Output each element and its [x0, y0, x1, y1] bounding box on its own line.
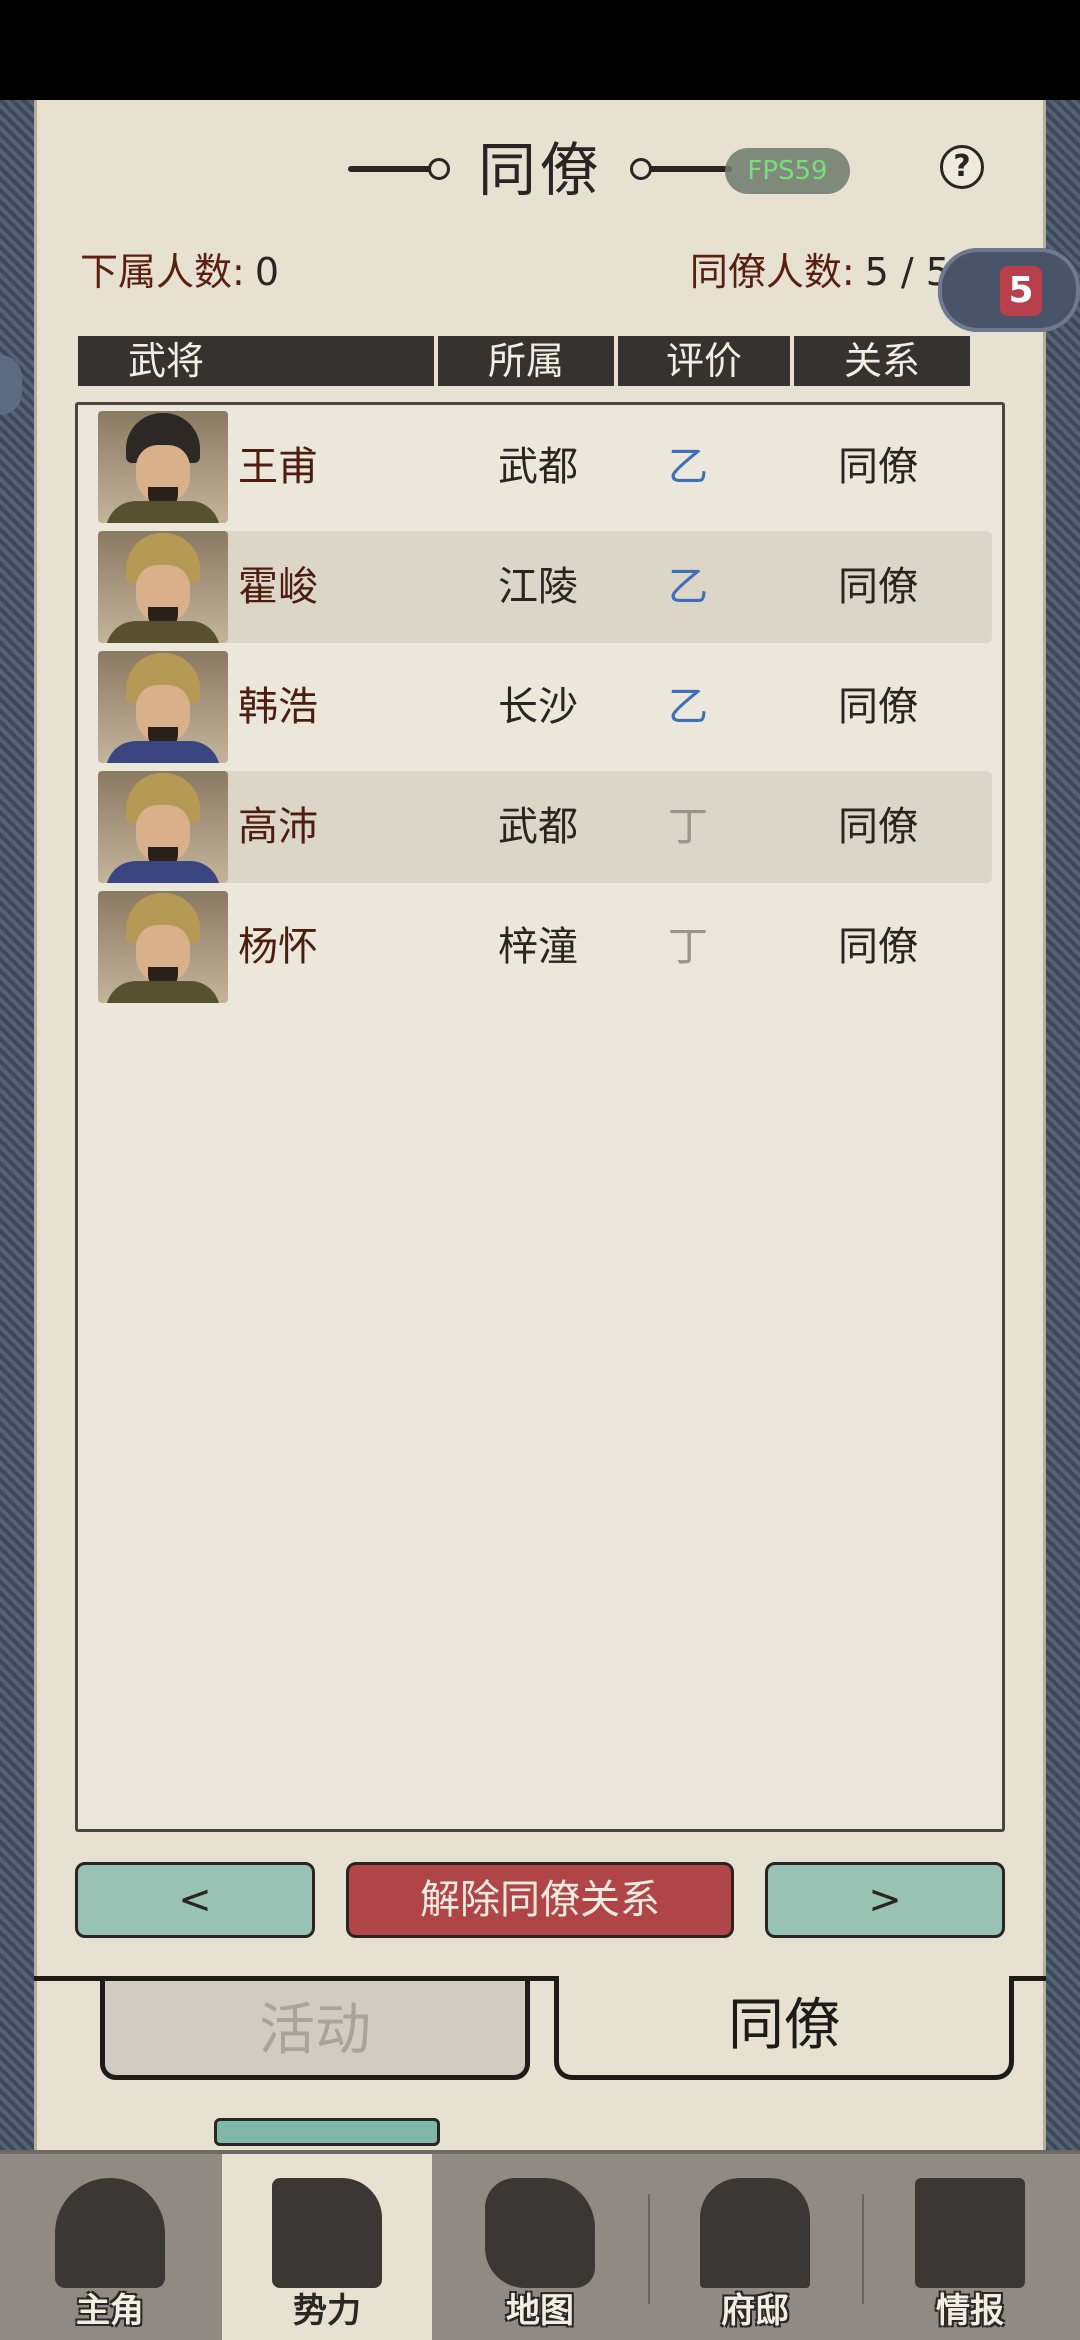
nav-label: 势力	[293, 2291, 361, 2331]
general-name: 韩浩	[238, 684, 318, 730]
general-affiliation: 武都	[498, 444, 578, 490]
tab-activity[interactable]: 活动	[100, 1976, 530, 2080]
colleague-list: 王甫 武都 乙 同僚 霍峻 江陵 乙 同僚 韩浩 长沙 乙 同僚 高沛 武都 丁…	[75, 402, 1005, 1832]
general-rating: 乙	[668, 684, 708, 730]
right-border	[1044, 100, 1080, 2150]
nav-label: 地图	[506, 2291, 574, 2331]
list-item[interactable]: 杨怀 梓潼 丁 同僚	[98, 891, 992, 1003]
nav-faction[interactable]: 势力	[214, 2118, 440, 2340]
prev-page-button[interactable]: <	[75, 1862, 315, 1938]
nav-label: 主角	[76, 2291, 144, 2331]
list-item[interactable]: 王甫 武都 乙 同僚	[98, 411, 992, 523]
general-rating: 乙	[668, 564, 708, 610]
general-portrait	[98, 651, 228, 763]
flag-icon	[272, 2178, 382, 2288]
subordinate-count: 下属人数: 0	[80, 244, 279, 300]
subordinate-count-label: 下属人数:	[80, 250, 245, 294]
general-portrait	[98, 411, 228, 523]
general-relation: 同僚	[838, 444, 918, 490]
subordinate-count-value: 0	[254, 250, 279, 294]
colleague-count: 同僚人数: 5 / 5	[690, 244, 950, 300]
nav-separator	[862, 2194, 864, 2304]
help-button[interactable]: ?	[940, 145, 984, 189]
header-relation[interactable]: 关系	[794, 336, 970, 386]
status-bar	[0, 0, 1080, 100]
header-rating[interactable]: 评价	[618, 336, 790, 386]
general-relation: 同僚	[838, 804, 918, 850]
general-relation: 同僚	[838, 924, 918, 970]
tab-colleague[interactable]: 同僚	[554, 1976, 1014, 2080]
mansion-icon	[700, 2178, 810, 2288]
nav-map[interactable]: 地图	[440, 2154, 640, 2340]
general-name: 王甫	[238, 444, 318, 490]
general-portrait	[98, 891, 228, 1003]
bottom-nav: 主角 势力 地图 府邸 情报	[0, 2118, 1080, 2340]
nav-label: 情报	[936, 2291, 1004, 2331]
general-affiliation: 武都	[498, 804, 578, 850]
cloud-notification-badge[interactable]: 5	[938, 248, 1080, 332]
map-icon	[485, 2178, 595, 2288]
next-page-button[interactable]: >	[765, 1862, 1005, 1938]
title-row: 同僚	[0, 130, 1080, 210]
warrior-icon	[55, 2178, 165, 2288]
list-item[interactable]: 韩浩 长沙 乙 同僚	[98, 651, 992, 763]
list-item[interactable]: 霍峻 江陵 乙 同僚	[98, 531, 992, 643]
general-name: 高沛	[238, 804, 318, 850]
general-name: 霍峻	[238, 564, 318, 610]
badge-count: 5	[1000, 266, 1042, 316]
general-relation: 同僚	[838, 564, 918, 610]
header-affiliation[interactable]: 所属	[438, 336, 614, 386]
page-title: 同僚	[477, 136, 602, 204]
general-rating: 丁	[668, 804, 708, 850]
nav-separator	[648, 2194, 650, 2304]
general-name: 杨怀	[238, 924, 318, 970]
general-portrait	[98, 771, 228, 883]
general-affiliation: 江陵	[498, 564, 578, 610]
nav-mansion[interactable]: 府邸	[655, 2154, 855, 2340]
nav-label: 府邸	[721, 2291, 789, 2331]
general-rating: 乙	[668, 444, 708, 490]
nav-intel[interactable]: 情报	[870, 2154, 1070, 2340]
general-affiliation: 梓潼	[498, 924, 578, 970]
count-row: 下属人数: 0 同僚人数: 5 / 5	[80, 244, 950, 300]
nav-protagonist[interactable]: 主角	[10, 2154, 210, 2340]
general-relation: 同僚	[838, 684, 918, 730]
general-rating: 丁	[668, 924, 708, 970]
title-ornament-right	[630, 158, 732, 180]
table-header: 武将 所属 评价 关系	[78, 336, 998, 386]
header-general[interactable]: 武将	[78, 336, 434, 386]
scroll-icon	[915, 2178, 1025, 2288]
general-affiliation: 长沙	[498, 684, 578, 730]
list-item[interactable]: 高沛 武都 丁 同僚	[98, 771, 992, 883]
sub-tabs: 活动 同僚	[34, 1976, 1046, 2086]
dissolve-colleague-button[interactable]: 解除同僚关系	[346, 1862, 734, 1938]
general-portrait	[98, 531, 228, 643]
fps-counter: FPS59	[725, 148, 850, 194]
colleague-count-label: 同僚人数:	[689, 250, 855, 294]
